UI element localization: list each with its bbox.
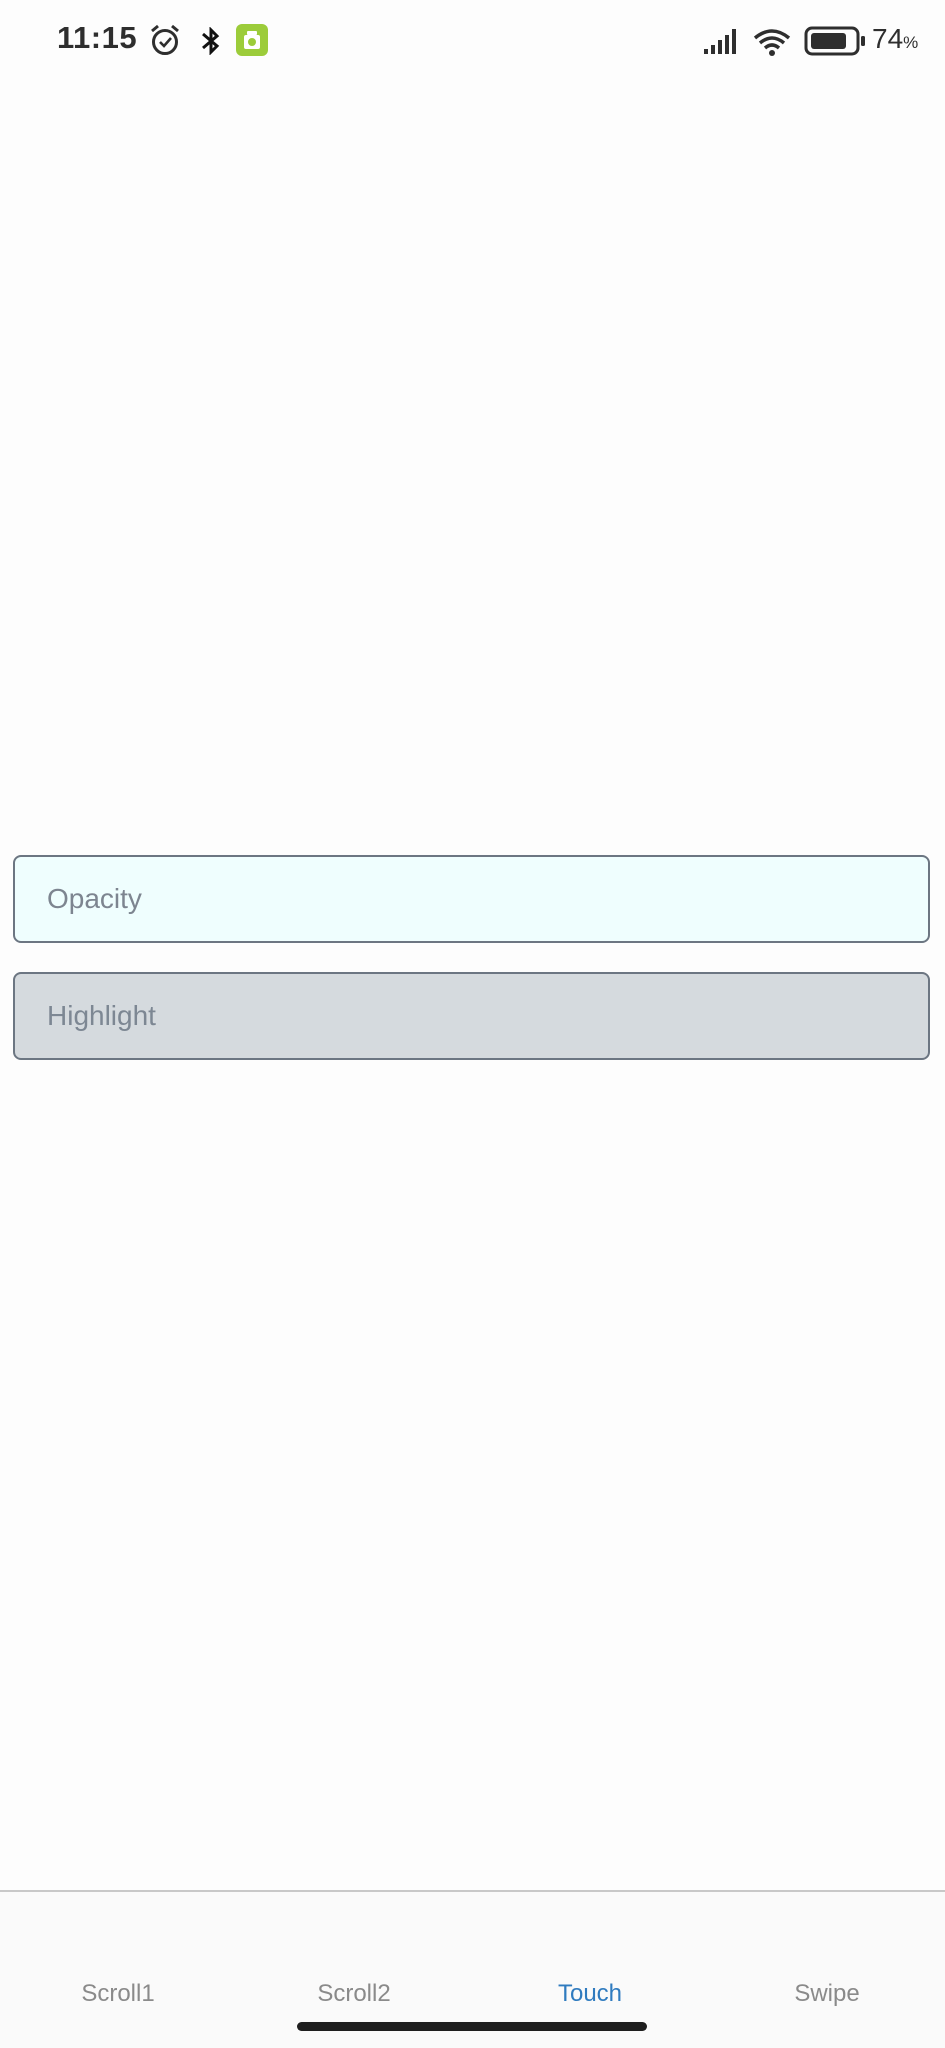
tab-scroll2[interactable]: Scroll2 (236, 1980, 472, 2008)
status-time: 11:15 (57, 20, 138, 55)
tab-scroll1[interactable]: Scroll1 (0, 1980, 236, 2008)
wifi-icon (753, 29, 791, 56)
home-indicator[interactable] (297, 2022, 647, 2031)
alarm-icon (151, 24, 179, 55)
highlight-button[interactable]: Highlight (13, 972, 930, 1060)
battery-icon (804, 26, 865, 56)
android-app-icon (236, 24, 268, 56)
battery-percent-sign: % (903, 33, 919, 52)
highlight-button-label: Highlight (47, 1000, 156, 1031)
tab-touch[interactable]: Touch (472, 1980, 708, 2008)
bluetooth-icon (202, 27, 220, 55)
battery-percentage: 74% (872, 23, 918, 55)
battery-percent-value: 74 (872, 23, 904, 54)
tab-swipe[interactable]: Swipe (709, 1980, 945, 2008)
signal-icon (704, 29, 736, 54)
status-bar: 11:15 74% (0, 0, 945, 84)
opacity-button[interactable]: Opacity (13, 855, 930, 943)
opacity-button-label: Opacity (47, 883, 142, 914)
